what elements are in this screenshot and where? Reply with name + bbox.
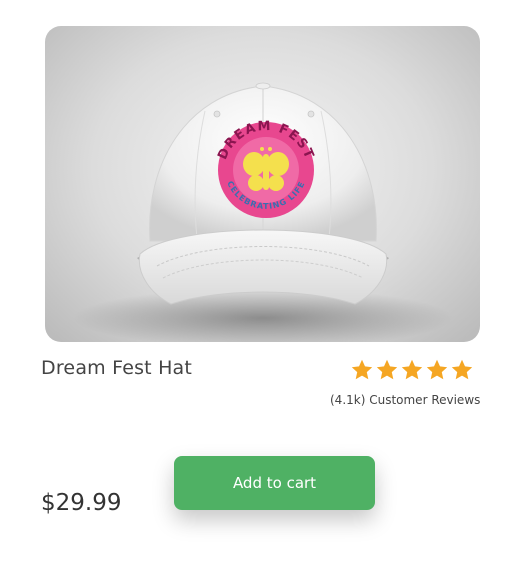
hat-illustration: DREAM FEST CELEBRATING LIFE xyxy=(73,82,453,342)
star-icon xyxy=(376,359,398,380)
product-image: DREAM FEST CELEBRATING LIFE xyxy=(45,26,480,342)
add-to-cart-button[interactable]: Add to cart xyxy=(174,456,375,510)
rating-stars xyxy=(350,358,474,382)
review-count[interactable]: (4.1k) Customer Reviews xyxy=(330,393,480,407)
star-icon xyxy=(426,359,448,380)
product-title: Dream Fest Hat xyxy=(41,357,193,379)
star-icon xyxy=(401,359,423,380)
star-icon xyxy=(451,359,473,380)
star-icon xyxy=(351,359,373,380)
product-price: $29.99 xyxy=(41,490,122,516)
